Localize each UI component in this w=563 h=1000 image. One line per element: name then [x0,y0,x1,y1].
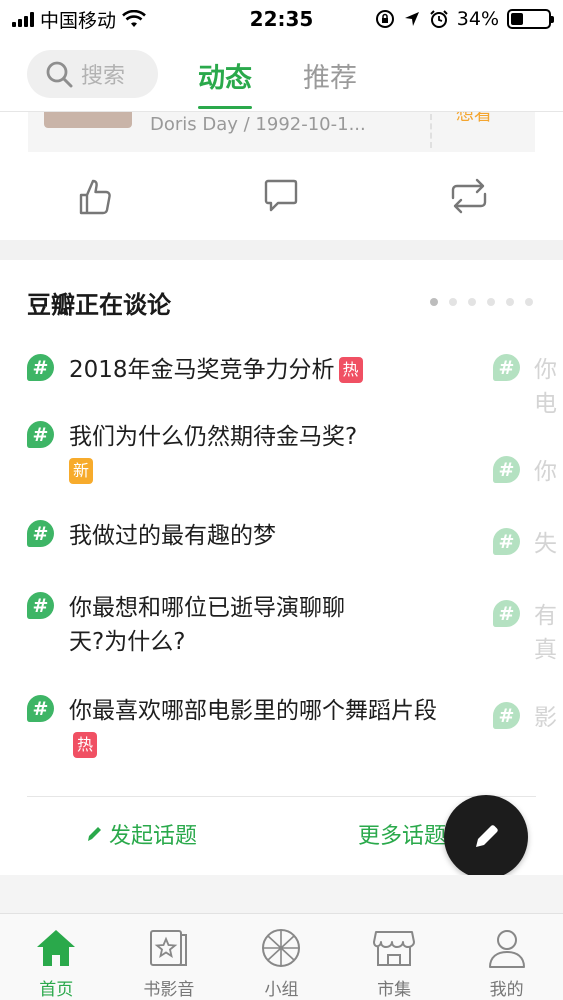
tab-group[interactable]: 小组 [225,914,338,1000]
bottom-tab-bar: 首页 书影音 小组 市集 我的 [0,913,563,1000]
peek-text: 你 [534,459,557,485]
wifi-icon [122,10,146,27]
mark-status-button[interactable]: 想看 [456,112,492,126]
feed-card[interactable]: Doris Day / 1992-10-1... 想看 [28,112,535,152]
battery-percent: 34% [456,8,499,30]
tab-market-label: 市集 [377,980,412,1000]
movie-poster-thumbnail [44,112,132,128]
carrier-label: 中国移动 [40,9,117,32]
new-badge: 新 [69,458,94,484]
tab-profile[interactable]: 我的 [450,914,563,1000]
topic-text: 2018年金马奖竞争力分析 [69,357,335,383]
topic-item[interactable]: # 2018年金马奖竞争力分析热 [27,353,457,387]
market-icon [373,930,416,966]
hashtag-icon: # [493,456,520,483]
tab-recommended[interactable]: 推荐 [303,56,357,95]
tab-group-label: 小组 [264,980,299,1000]
rotation-lock-icon [375,10,394,28]
post-actions [0,170,563,226]
topic-item[interactable]: # 我做过的最有趣的梦 [27,519,457,553]
home-icon [37,929,76,966]
next-topic-peek[interactable]: # 有真 [493,599,563,667]
signal-icon [12,11,34,27]
card-divider [430,114,432,148]
topic-item[interactable]: # 我们为什么仍然期待金马奖? 新 [27,420,457,488]
next-topic-peek[interactable]: # 影 [493,701,563,735]
tab-book-movie-music[interactable]: 书影音 [113,914,226,1000]
topic-text: 我们为什么仍然期待金马奖? [69,424,358,450]
hashtag-icon: # [27,354,54,381]
more-topics-label: 更多话题 [358,824,447,849]
section-separator [0,875,563,913]
group-icon [262,928,301,967]
alarm-icon [430,10,448,28]
tab-following-label: 动态 [198,63,252,94]
hot-badge: 热 [338,357,363,383]
hashtag-icon: # [493,528,520,555]
active-tab-indicator [198,106,252,109]
search-icon [46,61,73,88]
page-dot [430,298,438,306]
thumbs-up-icon[interactable] [78,178,112,216]
topic-text: 你最想和哪位已逝导演聊聊天?为什么? [69,595,345,655]
battery-icon [507,9,554,29]
peek-text: 有真 [534,603,557,663]
card-meta: Doris Day / 1992-10-1... [150,114,366,135]
topic-item[interactable]: # 你最喜欢哪部电影里的哪个舞蹈片段热 [27,694,457,762]
repost-icon[interactable] [449,178,489,214]
peek-text: 影 [534,705,557,731]
hot-badge: 热 [73,732,98,758]
tab-profile-label: 我的 [489,980,524,1000]
topic-text: 我做过的最有趣的梦 [69,523,276,549]
compose-button[interactable] [444,795,528,879]
next-topic-peek[interactable]: # 你 [493,455,563,489]
status-bar: 中国移动 22:35 34% [0,0,563,38]
profile-icon [488,929,525,968]
trending-title: 豆瓣正在谈论 [27,291,171,319]
next-topic-peek[interactable]: # 失 [493,527,563,561]
search-box[interactable]: 搜索 [27,50,158,98]
search-placeholder: 搜索 [81,64,126,89]
tab-book-movie-music-label: 书影音 [143,980,195,1000]
hashtag-icon: # [493,600,520,627]
topic-item[interactable]: # 你最想和哪位已逝导演聊聊天?为什么? [27,591,457,659]
topic-text: 你最喜欢哪部电影里的哪个舞蹈片段 [69,698,437,724]
hashtag-icon: # [27,695,54,722]
carousel-page-dots [430,298,533,306]
pencil-icon [476,825,498,847]
tab-following[interactable]: 动态 [198,56,252,109]
location-icon [404,12,419,26]
pencil-icon [88,827,101,841]
hashtag-icon: # [27,592,54,619]
page-dot [506,298,514,306]
tab-market[interactable]: 市集 [338,914,451,1000]
hashtag-icon: # [493,354,520,381]
page-dot [525,298,533,306]
book-movie-music-icon [149,929,187,966]
page-dot [449,298,457,306]
peek-text: 失 [534,531,557,557]
hashtag-icon: # [493,702,520,729]
page-dot [468,298,476,306]
tab-home-label: 首页 [39,980,74,1000]
top-header: 搜索 动态 推荐 [0,38,563,112]
page-dot [487,298,495,306]
start-topic-link[interactable]: 发起话题 [85,818,197,850]
tab-home[interactable]: 首页 [0,914,113,1000]
hashtag-icon: # [27,520,54,547]
next-topic-peek[interactable]: # 你电 [493,353,563,421]
peek-text: 你电 [534,357,557,417]
more-topics-link[interactable]: 更多话题 [358,818,446,850]
hashtag-icon: # [27,421,54,448]
tab-recommended-label: 推荐 [303,63,357,94]
section-separator [0,240,563,260]
start-topic-label: 发起话题 [109,824,198,849]
comment-icon[interactable] [264,178,298,214]
footer-divider [27,796,536,797]
